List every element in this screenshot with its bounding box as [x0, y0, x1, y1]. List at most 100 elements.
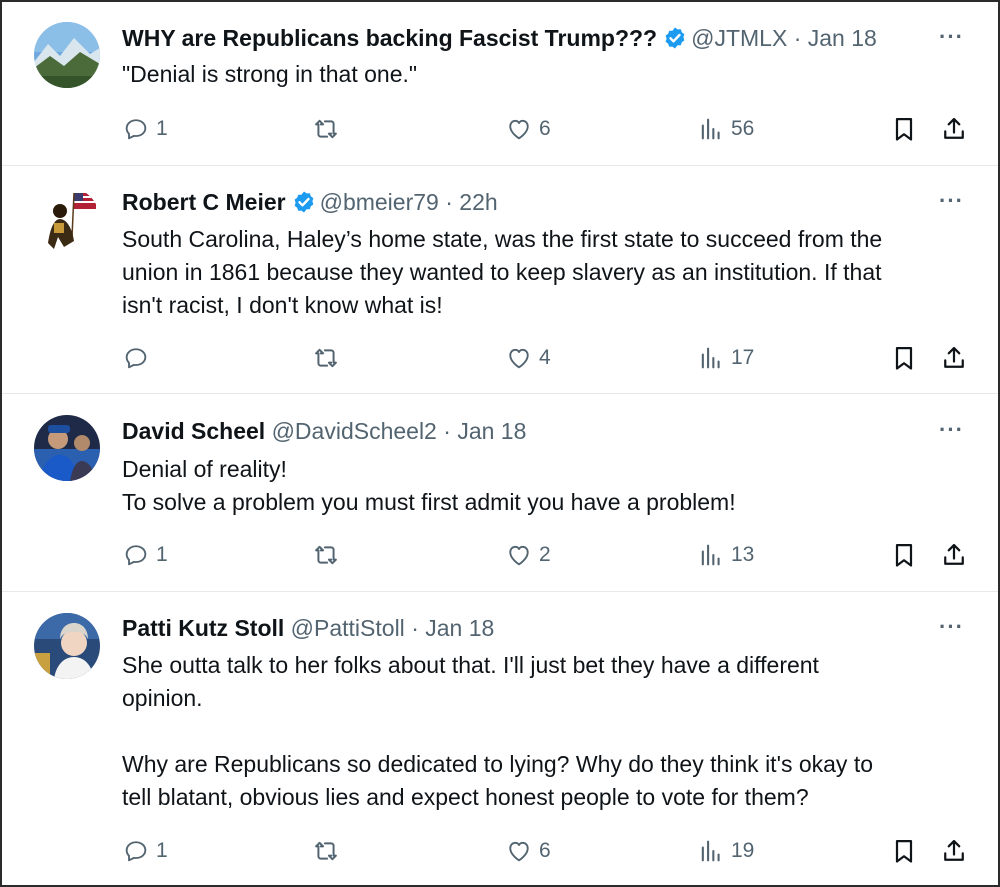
more-icon[interactable]: ··· [939, 188, 964, 214]
text-line [122, 715, 968, 748]
text-line: isn't racist, I don't know what is! [122, 292, 443, 318]
author-handle[interactable]: @JTMLX [691, 25, 787, 51]
more-icon[interactable]: ··· [939, 417, 964, 443]
bookmark-button[interactable] [890, 341, 918, 375]
tweet-text: Denial of reality! To solve a problem yo… [122, 453, 968, 519]
views-count: 17 [731, 346, 755, 369]
views-button[interactable]: 19 [697, 834, 754, 868]
repost-icon [315, 119, 337, 139]
action-bar: 4 17 [2, 341, 998, 375]
repost-icon [315, 348, 337, 368]
repost-button[interactable] [312, 834, 346, 868]
verified-badge-icon [292, 190, 316, 221]
author-name[interactable]: Patti Kutz Stoll [122, 615, 284, 641]
bookmark-icon [895, 543, 913, 567]
views-button[interactable]: 13 [697, 538, 754, 572]
action-bar: 1 2 13 [2, 538, 998, 572]
views-count: 19 [731, 839, 755, 862]
views-icon [701, 840, 720, 862]
repost-button[interactable] [312, 341, 346, 375]
repost-icon [315, 545, 337, 565]
avatar[interactable] [34, 415, 100, 481]
text-line: South Carolina, Haley’s home state, was … [122, 226, 883, 252]
avatar[interactable] [34, 613, 100, 679]
like-icon [509, 841, 529, 862]
bookmark-button[interactable] [890, 112, 918, 146]
text-line: To solve a problem you must first admit … [122, 489, 736, 515]
reply-button[interactable]: 1 [122, 538, 168, 572]
reply-button[interactable] [122, 341, 156, 375]
views-icon [701, 118, 720, 140]
timestamp[interactable]: Jan 18 [457, 418, 526, 444]
tweet-text: She outta talk to her folks about that. … [122, 649, 968, 814]
author-name[interactable]: Robert C Meier [122, 189, 286, 215]
text-line: She outta talk to her folks about that. … [122, 652, 819, 678]
text-line: Why are Republicans so dedicated to lyin… [122, 751, 874, 777]
reply-icon [125, 119, 147, 140]
like-button[interactable]: 2 [505, 538, 551, 572]
reply-icon [125, 545, 147, 566]
repost-button[interactable] [312, 112, 346, 146]
author-name[interactable]: David Scheel [122, 418, 265, 444]
like-count: 2 [539, 543, 551, 566]
reply-thread: WHY are Republicans backing Fascist Trum… [0, 0, 1000, 887]
author-name[interactable]: WHY are Republicans backing Fascist Trum… [122, 25, 657, 51]
separator: · [445, 189, 453, 215]
views-icon [701, 347, 720, 369]
tweet-davidscheel2[interactable]: David Scheel @DavidScheel2 · Jan 18 ··· … [2, 393, 998, 592]
tweet-bmeier79[interactable]: Robert C Meier @bmeier79 · 22h ··· South… [2, 165, 998, 394]
timestamp[interactable]: 22h [459, 189, 497, 215]
views-button[interactable]: 56 [697, 112, 754, 146]
share-button[interactable] [940, 112, 968, 146]
like-button[interactable]: 4 [505, 341, 551, 375]
bookmark-icon [895, 346, 913, 370]
timestamp[interactable]: Jan 18 [808, 25, 877, 51]
action-bar: 1 6 56 [2, 112, 998, 146]
share-button[interactable] [940, 538, 968, 572]
tweet-pattistoll[interactable]: Patti Kutz Stoll @PattiStoll · Jan 18 ··… [2, 591, 998, 885]
repost-button[interactable] [312, 538, 346, 572]
share-icon [944, 543, 964, 565]
views-button[interactable]: 17 [697, 341, 754, 375]
tweet-jtmlx[interactable]: WHY are Republicans backing Fascist Trum… [2, 2, 998, 166]
avatar[interactable] [34, 187, 100, 253]
reply-button[interactable]: 1 [122, 834, 168, 868]
verified-badge-icon [663, 26, 687, 57]
bookmark-icon [895, 839, 913, 863]
views-count: 56 [731, 117, 755, 140]
text-line: Denial of reality! [122, 456, 287, 482]
text-line: opinion. [122, 685, 203, 711]
more-icon[interactable]: ··· [939, 614, 964, 640]
share-icon [944, 839, 964, 861]
like-count: 6 [539, 117, 551, 140]
bookmark-button[interactable] [890, 538, 918, 572]
reply-count: 1 [156, 117, 168, 140]
tweet-text: "Denial is strong in that one." [122, 58, 968, 91]
reply-button[interactable]: 1 [122, 112, 168, 146]
bookmark-icon [895, 117, 913, 141]
share-button[interactable] [940, 834, 968, 868]
like-button[interactable]: 6 [505, 112, 551, 146]
bookmark-button[interactable] [890, 834, 918, 868]
repost-icon [315, 841, 337, 861]
author-handle[interactable]: @DavidScheel2 [272, 418, 437, 444]
text-line: tell blatant, obvious lies and expect ho… [122, 784, 809, 810]
timestamp[interactable]: Jan 18 [425, 615, 494, 641]
views-icon [701, 544, 720, 566]
reply-icon [125, 841, 147, 862]
avatar[interactable] [34, 22, 100, 88]
reply-count: 1 [156, 543, 168, 566]
like-icon [509, 348, 529, 369]
like-button[interactable]: 6 [505, 834, 551, 868]
text-line: union in 1861 because they wanted to kee… [122, 259, 882, 285]
more-icon[interactable]: ··· [939, 24, 964, 50]
author-handle[interactable]: @PattiStoll [291, 615, 405, 641]
share-icon [944, 117, 964, 139]
share-button[interactable] [940, 341, 968, 375]
action-bar: 1 6 19 [2, 834, 998, 868]
author-handle[interactable]: @bmeier79 [320, 189, 439, 215]
separator: · [411, 615, 419, 641]
like-count: 4 [539, 346, 551, 369]
like-icon [509, 119, 529, 140]
like-icon [509, 545, 529, 566]
